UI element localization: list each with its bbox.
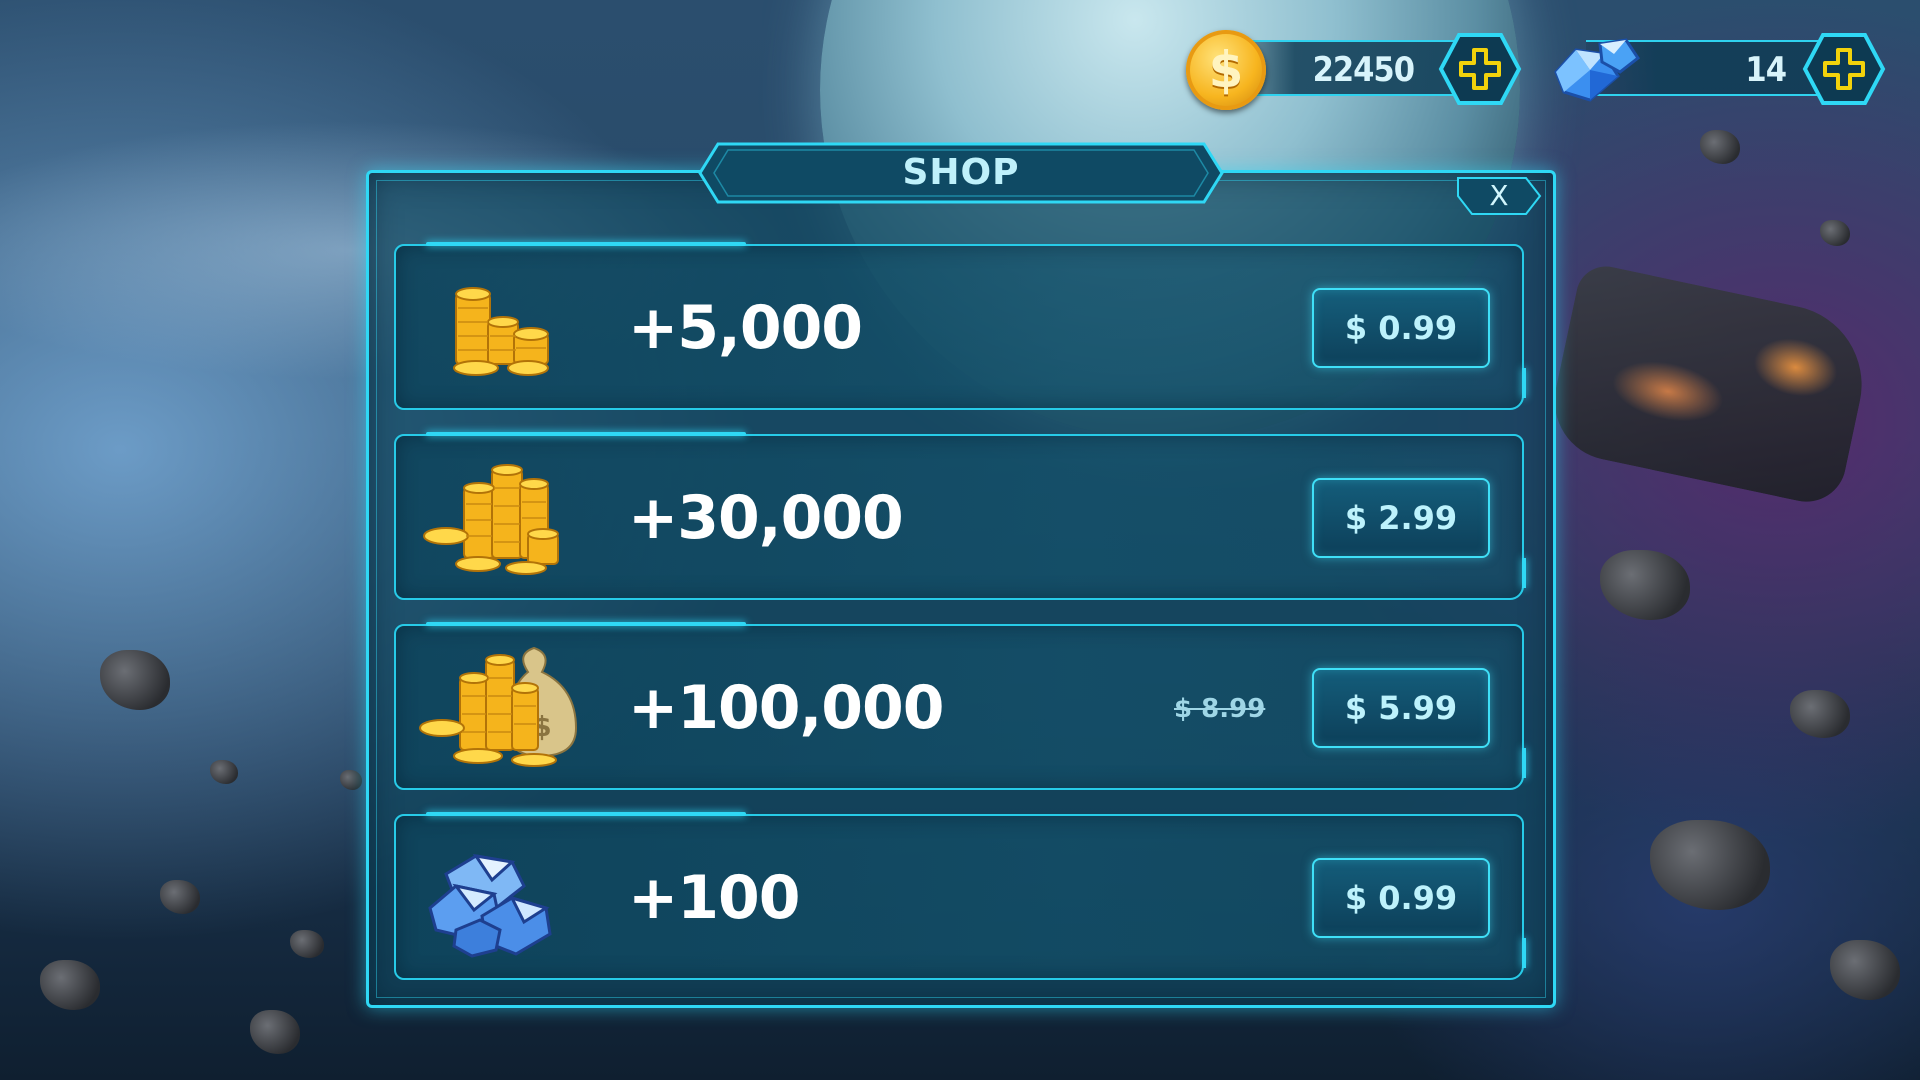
gem-counter: 14	[1546, 30, 1890, 108]
buy-button[interactable]: $ 0.99	[1312, 288, 1490, 368]
price-label: $ 0.99	[1344, 879, 1458, 917]
shop-panel: SHOP X +5,000 $ 0.99 +30,000 $ 2.99 $ +1…	[366, 142, 1556, 1008]
asteroid	[100, 650, 170, 710]
plus-icon	[1802, 33, 1886, 105]
gem-icon	[1546, 32, 1642, 108]
close-button[interactable]: X	[1456, 176, 1542, 216]
asteroid	[1830, 940, 1900, 1000]
asteroid	[40, 960, 100, 1010]
asteroid	[1700, 130, 1740, 164]
price-label: $ 0.99	[1344, 309, 1458, 347]
buy-button[interactable]: $ 0.99	[1312, 858, 1490, 938]
close-label: X	[1489, 179, 1509, 212]
asteroid	[250, 1010, 300, 1054]
asteroid	[1790, 690, 1850, 738]
item-amount: +100	[628, 863, 801, 933]
price-label: $ 5.99	[1344, 689, 1458, 727]
price-label: $ 2.99	[1344, 499, 1458, 537]
add-coins-button[interactable]	[1438, 32, 1522, 106]
item-amount: +5,000	[628, 293, 863, 363]
asteroid	[1600, 550, 1690, 620]
shop-item-coins-100000: $ +100,000 $ 8.99 $ 5.99	[394, 622, 1526, 790]
coin-count: 22450	[1312, 50, 1415, 90]
buy-button[interactable]: $ 2.99	[1312, 478, 1490, 558]
coin-icon: $	[1186, 30, 1266, 110]
asteroid	[160, 880, 200, 914]
plus-icon	[1438, 33, 1522, 105]
item-amount: +30,000	[628, 483, 904, 553]
spaceship-wreck	[1543, 260, 1877, 510]
shop-title: SHOP	[902, 152, 1020, 193]
asteroid	[210, 760, 238, 784]
coin-stack-medium-icon	[416, 454, 566, 584]
add-gems-button[interactable]	[1802, 32, 1886, 106]
item-amount: +100,000	[628, 673, 945, 743]
asteroid	[1650, 820, 1770, 910]
coin-counter: $ 22450	[1186, 30, 1526, 110]
asteroid	[340, 770, 362, 790]
shop-item-coins-5000: +5,000 $ 0.99	[394, 242, 1526, 410]
shop-item-gems-100: +100 $ 0.99	[394, 812, 1526, 980]
coin-stack-small-icon	[416, 264, 566, 394]
shop-item-coins-30000: +30,000 $ 2.99	[394, 432, 1526, 600]
original-price: $ 8.99	[1174, 694, 1266, 724]
asteroid	[1820, 220, 1850, 246]
buy-button[interactable]: $ 5.99	[1312, 668, 1490, 748]
gem-pile-icon	[416, 834, 566, 964]
gem-count: 14	[1745, 50, 1787, 90]
coin-stack-money-bag-icon: $	[416, 644, 586, 774]
shop-title-tab: SHOP	[696, 140, 1226, 206]
asteroid	[290, 930, 324, 958]
